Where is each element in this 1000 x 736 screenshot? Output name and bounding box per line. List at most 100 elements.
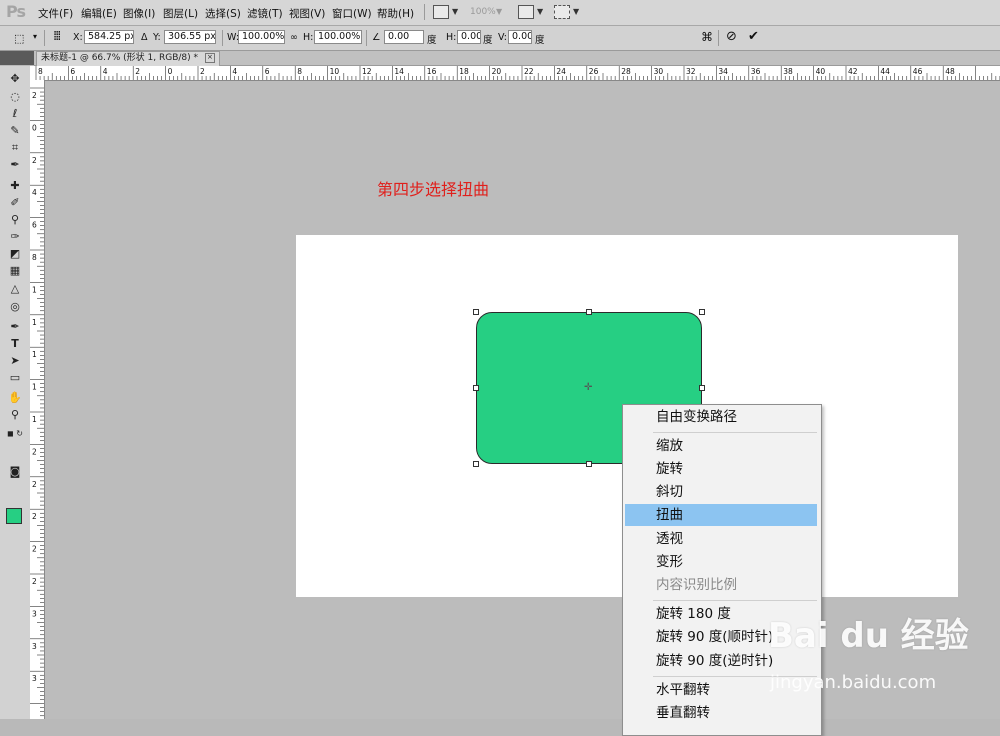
quick-select-tool-icon[interactable]: ✎ [5,123,25,138]
menu-edit[interactable]: 编辑(E) [81,6,117,21]
baidu-jingyan-watermark: Bai du 经验 [768,616,969,656]
chevron-down-icon: ▼ [496,7,503,16]
hskew-label: H: [446,32,457,43]
tool-preset-icon[interactable]: ⬚ [14,32,24,45]
menu-item-warp[interactable]: 变形 [625,551,817,573]
menu-view[interactable]: 视图(V) [289,6,325,21]
transform-handle-top[interactable] [586,309,592,315]
shape-tool-icon[interactable]: ▭ [5,370,25,385]
dodge-tool-icon[interactable]: ◎ [5,299,25,314]
chevron-down-icon[interactable]: ▾ [33,32,37,41]
ruler-label: 40 [816,67,826,76]
ruler-label: 2 [32,480,37,489]
pen-tool-icon[interactable]: ✒ [5,319,25,334]
commit-transform-icon[interactable]: ✔ [748,29,759,44]
close-icon[interactable]: × [204,52,215,63]
eyedropper-tool-icon[interactable]: ✒ [5,157,25,172]
arrange-documents-icon[interactable] [518,5,534,19]
default-colors-icon[interactable]: ◼ ↻ [5,426,25,441]
options-separator [366,30,367,46]
menu-image[interactable]: 图像(I) [123,6,155,21]
healing-brush-tool-icon[interactable]: ✚ [5,178,25,193]
zoom-level[interactable]: 100% [470,7,496,17]
menu-window[interactable]: 窗口(W) [332,6,372,21]
transform-handle-right[interactable] [699,385,705,391]
transform-handle-left[interactable] [473,385,479,391]
brush-tool-icon[interactable]: ✐ [5,195,25,210]
cancel-transform-icon[interactable]: ⊘ [726,29,737,44]
menu-file[interactable]: 文件(F) [38,6,73,21]
gradient-tool-icon[interactable]: ▦ [5,263,25,278]
ruler-label: 2 [32,545,37,554]
clone-stamp-tool-icon[interactable]: ⚲ [5,212,25,227]
menu-item-distort[interactable]: 扭曲 [625,504,817,526]
menu-item-perspective[interactable]: 透视 [625,528,817,550]
ruler-label: 48 [945,67,955,76]
ruler-label: 2 [32,91,37,100]
zoom-tool-icon[interactable]: ⚲ [5,407,25,422]
rotate-angle-field[interactable]: 0.00 [384,30,424,44]
x-position-field[interactable]: 584.25 px [84,30,134,44]
ruler-label: 34 [718,67,728,76]
lasso-tool-icon[interactable]: ℓ [5,106,25,121]
menu-item-scale[interactable]: 缩放 [625,435,817,457]
ruler-label: 8 [297,67,302,76]
panel-collapse-strip[interactable] [0,51,34,65]
blur-tool-icon[interactable]: △ [5,281,25,296]
menu-filter[interactable]: 滤镜(T) [247,6,283,21]
ruler-label: 2 [135,67,140,76]
path-selection-tool-icon[interactable]: ➤ [5,353,25,368]
angle-icon: ∠ [372,32,381,43]
vskew-label: V: [498,32,507,43]
transform-handle-top-left[interactable] [473,309,479,315]
menu-select[interactable]: 选择(S) [205,6,241,21]
menu-item-skew[interactable]: 斜切 [625,481,817,503]
warp-mode-icon[interactable]: ⌘ [701,30,713,44]
menu-item-free-transform-path[interactable]: 自由变换路径 [625,406,817,428]
ruler-label: 0 [168,67,173,76]
history-brush-tool-icon[interactable]: ✑ [5,229,25,244]
reference-point-icon[interactable]: ⁞⁞⁞ [53,29,62,44]
photoshop-logo: Ps [6,2,26,21]
height-field[interactable]: 100.00% [314,30,362,44]
quick-mask-icon[interactable]: ◙ [5,464,25,479]
transform-handle-bottom[interactable] [586,461,592,467]
document-tab[interactable]: 未标题-1 @ 66.7% (形状 1, RGB/8) * × [36,51,220,66]
screen-mode-icon[interactable] [433,5,449,19]
ruler-label: 1 [32,383,37,392]
foreground-color-swatch[interactable] [6,508,22,524]
transform-handle-top-right[interactable] [699,309,705,315]
marquee-tool-icon[interactable]: ◌ [5,89,25,104]
eraser-tool-icon[interactable]: ◩ [5,246,25,261]
move-tool-icon[interactable]: ✥ [5,71,25,86]
horizontal-skew-field[interactable]: 0.00 [457,30,481,44]
ruler-label: 38 [783,67,793,76]
type-tool-icon[interactable]: T [5,336,25,351]
document-tab-bar: 未标题-1 @ 66.7% (形状 1, RGB/8) * × [34,51,1000,66]
workspace-mode-icon[interactable] [554,5,570,19]
crop-tool-icon[interactable]: ⌗ [5,140,25,155]
chevron-down-icon[interactable]: ▼ [573,7,579,16]
chevron-down-icon[interactable]: ▼ [452,7,458,16]
chevron-down-icon[interactable]: ▼ [537,7,543,16]
menu-separator [653,600,817,601]
ruler-label: 2 [32,156,37,165]
menu-bar: Ps 文件(F) 编辑(E) 图像(I) 图层(L) 选择(S) 滤镜(T) 视… [0,0,1000,26]
ruler-label: 4 [32,188,37,197]
ruler-label: 1 [32,350,37,359]
width-field[interactable]: 100.00% [238,30,285,44]
ruler-label: 3 [32,642,37,651]
hand-tool-icon[interactable]: ✋ [5,390,25,405]
menu-item-rotate[interactable]: 旋转 [625,458,817,480]
transform-handle-bottom-left[interactable] [473,461,479,467]
menu-item-flip-vertical[interactable]: 垂直翻转 [625,702,817,724]
link-icon[interactable]: ∞ [290,32,298,43]
reference-point-crosshair-icon[interactable]: ✛ [584,383,592,393]
horizontal-ruler: 8 6 4 2 0 2 4 6 8 10 12 14 16 18 20 22 24 26 28 30 32 34 36 38 4… [30,66,1000,81]
menu-layer[interactable]: 图层(L) [163,6,198,21]
delta-icon[interactable]: Δ [141,32,148,43]
y-position-field[interactable]: 306.55 px [164,30,216,44]
ruler-label: 44 [880,67,890,76]
vertical-skew-field[interactable]: 0.00 [508,30,532,44]
menu-help[interactable]: 帮助(H) [377,6,414,21]
